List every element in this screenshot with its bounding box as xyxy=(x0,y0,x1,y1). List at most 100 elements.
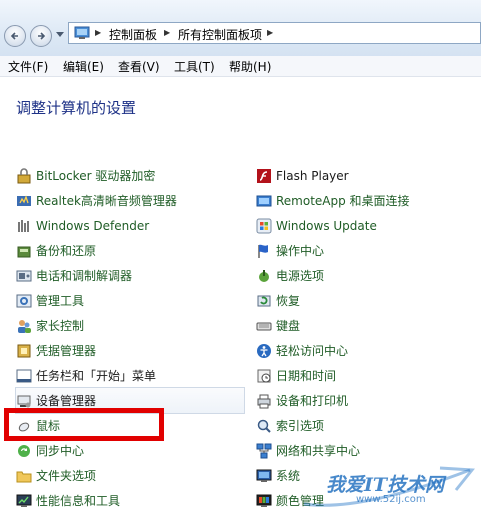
cp-item-date-time[interactable]: 日期和时间 xyxy=(256,363,478,388)
breadcrumb-all-items[interactable]: 所有控制面板项 xyxy=(178,26,262,43)
cp-item-power[interactable]: 电源选项 xyxy=(256,263,478,288)
mouse-icon xyxy=(18,422,30,431)
sync-icon xyxy=(18,444,30,457)
menu-tools[interactable]: 工具(T) xyxy=(174,58,215,75)
page-title: 调整计算机的设置 xyxy=(16,99,137,117)
defender-icon xyxy=(18,219,29,232)
cp-item-label: 性能信息和工具 xyxy=(36,494,121,508)
cp-item-action-center[interactable]: 操作中心 xyxy=(256,238,478,263)
cp-item-performance[interactable]: 性能信息和工具 xyxy=(16,488,244,513)
cp-item-credential[interactable]: 凭据管理器 xyxy=(16,338,244,363)
cp-item-admin-tools[interactable]: 管理工具 xyxy=(16,288,244,313)
control-panel-icon xyxy=(74,26,90,39)
menu-bar: 文件(F) 编辑(E) 查看(V) 工具(T) 帮助(H) xyxy=(0,56,481,77)
history-dropdown-icon[interactable] xyxy=(56,32,64,38)
folder-icon xyxy=(16,471,32,482)
cp-item-label: 操作中心 xyxy=(276,244,325,258)
cp-item-label: Windows Update xyxy=(276,218,377,233)
cp-item-label: Realtek高清晰音频管理器 xyxy=(36,194,177,208)
printer-icon xyxy=(257,394,271,408)
cp-item-label: 电源选项 xyxy=(276,269,325,283)
cp-item-remoteapp[interactable]: RemoteApp 和桌面连接 xyxy=(256,188,478,213)
cp-item-defender[interactable]: Windows Defender xyxy=(16,213,244,238)
flag-icon xyxy=(258,244,268,258)
cp-item-realtek[interactable]: Realtek高清晰音频管理器 xyxy=(16,188,244,213)
cp-item-phone-modem[interactable]: 电话和调制解调器 xyxy=(16,263,244,288)
cp-item-label: 设备和打印机 xyxy=(276,394,349,408)
cp-item-label: RemoteApp 和桌面连接 xyxy=(276,194,410,208)
cp-item-color-management[interactable]: 颜色管理 xyxy=(256,488,478,513)
cp-item-network[interactable]: 网络和共享中心 xyxy=(256,438,478,463)
cp-item-label: 网络和共享中心 xyxy=(276,444,361,458)
cp-item-label: 管理工具 xyxy=(36,294,85,308)
menu-file[interactable]: 文件(F) xyxy=(8,58,48,75)
back-arrow-icon xyxy=(10,32,18,40)
cp-item-label: 文件夹选项 xyxy=(36,469,97,483)
performance-icon xyxy=(16,494,32,507)
phone-modem-icon xyxy=(16,270,32,281)
cp-item-sync[interactable]: 同步中心 xyxy=(16,438,244,463)
cp-item-label: 同步中心 xyxy=(36,444,85,458)
cp-item-label: 键盘 xyxy=(276,319,301,333)
cp-item-index[interactable]: 索引选项 xyxy=(256,413,478,438)
index-icon xyxy=(257,419,271,433)
cp-item-label: 颜色管理 xyxy=(276,494,325,508)
flash-icon xyxy=(257,168,271,183)
cp-item-label: 轻松访问中心 xyxy=(276,344,349,358)
breadcrumb-control-panel[interactable]: 控制面板 xyxy=(109,26,157,43)
left-item-column: BitLocker 驱动器加密 Realtek高清晰音频管理器 Windows … xyxy=(15,163,245,513)
power-icon xyxy=(259,269,269,282)
cp-item-parental-control[interactable]: 家长控制 xyxy=(16,313,244,338)
device-manager-icon xyxy=(17,395,31,407)
cp-item-devices-printers[interactable]: 设备和打印机 xyxy=(256,388,478,413)
windows-update-icon xyxy=(256,218,272,233)
taskbar-icon xyxy=(16,369,32,382)
address-box[interactable]: ▶ 控制面板 ▶ 所有控制面板项 ▶ xyxy=(68,22,481,44)
cp-item-ease-access[interactable]: 轻松访问中心 xyxy=(256,338,478,363)
cp-item-backup[interactable]: 备份和还原 xyxy=(16,238,244,263)
crumb-separator-icon: ▶ xyxy=(95,28,102,37)
menu-help[interactable]: 帮助(H) xyxy=(229,58,271,75)
cp-item-device-manager[interactable]: 设备管理器 xyxy=(15,387,245,414)
clock-icon xyxy=(257,369,271,382)
remoteapp-icon xyxy=(256,195,272,206)
cp-item-taskbar[interactable]: 任务栏和「开始」菜单 xyxy=(16,363,244,388)
cp-item-label: 备份和还原 xyxy=(36,244,97,258)
network-icon xyxy=(256,443,272,458)
forward-button[interactable] xyxy=(30,25,52,47)
cp-item-recovery[interactable]: 恢复 xyxy=(256,288,478,313)
color-management-icon xyxy=(256,494,272,507)
cp-item-windows-update[interactable]: Windows Update xyxy=(256,213,478,238)
cp-item-label: 鼠标 xyxy=(36,419,61,433)
system-icon xyxy=(256,469,272,482)
cp-item-label: 日期和时间 xyxy=(276,369,337,383)
cp-item-label: 恢复 xyxy=(276,294,301,308)
right-item-column: Flash Player RemoteApp 和桌面连接 Windows Upd… xyxy=(256,163,478,513)
cp-item-label: 家长控制 xyxy=(36,319,85,333)
cp-item-label: 系统 xyxy=(276,469,301,483)
recovery-icon xyxy=(257,295,271,306)
cp-item-flash[interactable]: Flash Player xyxy=(256,163,478,188)
cp-item-label: 电话和调制解调器 xyxy=(36,269,133,283)
crumb-separator-icon[interactable]: ▶ xyxy=(164,28,170,37)
cp-item-keyboard[interactable]: 键盘 xyxy=(256,313,478,338)
cp-item-label: 索引选项 xyxy=(276,419,325,433)
forward-arrow-icon xyxy=(38,32,46,40)
menu-edit[interactable]: 编辑(E) xyxy=(63,58,104,75)
cp-item-mouse[interactable]: 鼠标 xyxy=(16,413,244,438)
cp-item-label: Flash Player xyxy=(276,168,349,183)
cp-item-label: 设备管理器 xyxy=(36,394,97,408)
back-button[interactable] xyxy=(4,25,26,47)
cp-item-label: 凭据管理器 xyxy=(36,344,97,358)
cp-item-folder[interactable]: 文件夹选项 xyxy=(16,463,244,488)
crumb-separator-icon[interactable]: ▶ xyxy=(267,28,273,37)
ease-access-icon xyxy=(257,343,271,358)
admin-tools-icon xyxy=(16,294,32,307)
cp-item-system[interactable]: 系统 xyxy=(256,463,478,488)
cp-item-label: BitLocker 驱动器加密 xyxy=(36,169,156,183)
menu-view[interactable]: 查看(V) xyxy=(118,58,160,75)
credential-icon xyxy=(17,344,31,357)
cp-item-label: Windows Defender xyxy=(36,218,150,233)
cp-item-bitlocker[interactable]: BitLocker 驱动器加密 xyxy=(16,163,244,188)
address-bar-area: ▶ 控制面板 ▶ 所有控制面板项 ▶ xyxy=(0,0,481,60)
